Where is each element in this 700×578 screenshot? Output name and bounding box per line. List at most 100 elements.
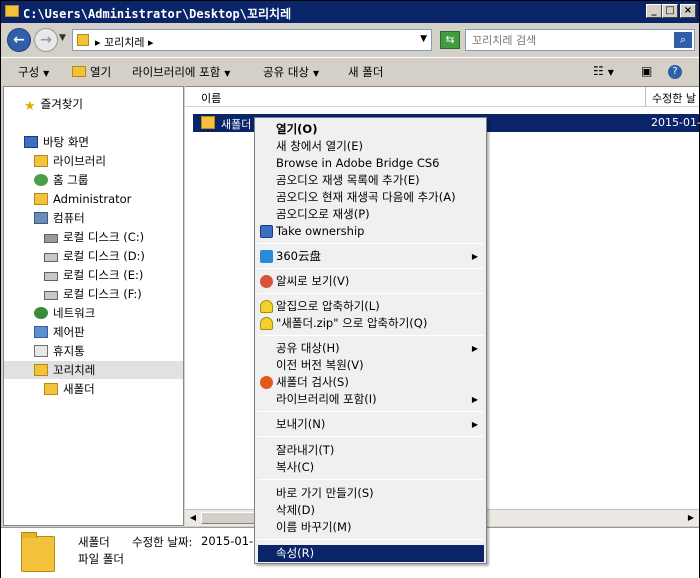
address-box[interactable]: ▸ 꼬리치레 ▸ ▼ bbox=[72, 29, 432, 51]
menu-separator bbox=[258, 411, 484, 412]
nav-drive-f[interactable]: 로컬 디스크 (F:) bbox=[44, 285, 142, 303]
nav-drive-c[interactable]: 로컬 디스크 (C:) bbox=[44, 228, 144, 246]
menu-send-to[interactable]: 보내기(N) ▶ bbox=[258, 416, 484, 433]
antivirus-icon bbox=[260, 376, 273, 389]
nav-sub-folder[interactable]: 새폴더 bbox=[44, 380, 95, 398]
menu-gom-play[interactable]: 곰오디오로 재생(P) bbox=[258, 206, 484, 223]
desktop-icon bbox=[24, 136, 38, 148]
context-menu: 열기(O) 새 창에서 열기(E) Browse in Adobe Bridge… bbox=[254, 117, 487, 564]
menu-include-library[interactable]: 라이브러리에 포함(I) ▶ bbox=[258, 391, 484, 408]
include-library-button[interactable]: 라이브러리에 포함 ▼ bbox=[132, 64, 230, 80]
submenu-arrow-icon: ▶ bbox=[471, 344, 478, 353]
menu-browse-bridge[interactable]: Browse in Adobe Bridge CS6 bbox=[258, 155, 484, 172]
menu-separator bbox=[258, 335, 484, 336]
library-icon bbox=[34, 155, 48, 167]
menu-gom-add-playlist[interactable]: 곰오디오 재생 목록에 추가(E) bbox=[258, 172, 484, 189]
menu-separator bbox=[258, 479, 484, 480]
recycle-bin-icon bbox=[34, 345, 48, 357]
menu-alzip-compress-named[interactable]: "새폴더.zip" 으로 압축하기(Q) bbox=[258, 315, 484, 332]
user-folder-icon bbox=[34, 193, 48, 205]
preview-pane-icon[interactable]: ▣ bbox=[641, 64, 652, 78]
menu-delete[interactable]: 삭제(D) bbox=[258, 502, 484, 519]
open-button[interactable]: 열기 bbox=[72, 64, 111, 80]
menu-open[interactable]: 열기(O) bbox=[258, 121, 484, 138]
menu-separator bbox=[258, 539, 484, 540]
column-header-name[interactable]: 이름 bbox=[201, 90, 221, 106]
menu-gom-add-after[interactable]: 곰오디오 현재 재생곡 다음에 추가(A) bbox=[258, 189, 484, 206]
address-dropdown-icon[interactable]: ▼ bbox=[420, 34, 427, 44]
menu-create-shortcut[interactable]: 바로 가기 만들기(S) bbox=[258, 485, 484, 502]
nav-drive-d[interactable]: 로컬 디스크 (D:) bbox=[44, 247, 145, 265]
nav-computer[interactable]: 컴퓨터 bbox=[34, 209, 85, 227]
scroll-thumb[interactable] bbox=[201, 512, 255, 524]
shield-icon bbox=[260, 225, 273, 238]
menu-separator bbox=[258, 243, 484, 244]
search-icon[interactable]: ⌕ bbox=[674, 32, 692, 48]
computer-icon bbox=[34, 212, 48, 224]
network-icon bbox=[34, 307, 48, 319]
recent-pages-dropdown[interactable]: ▼ bbox=[59, 33, 66, 43]
refresh-button[interactable]: ⇆ bbox=[440, 31, 460, 49]
nav-administrator[interactable]: Administrator bbox=[34, 190, 131, 208]
scroll-left-arrow[interactable]: ◀ bbox=[186, 512, 200, 524]
menu-scan[interactable]: 새폴더 검사(S) bbox=[258, 374, 484, 391]
menu-copy[interactable]: 복사(C) bbox=[258, 459, 484, 476]
drive-icon bbox=[44, 291, 58, 300]
column-header-modified[interactable]: 수정한 날 bbox=[652, 90, 696, 106]
menu-restore-previous[interactable]: 이전 버전 복원(V) bbox=[258, 357, 484, 374]
control-panel-icon bbox=[34, 326, 48, 338]
details-type: 파일 폴더 bbox=[78, 552, 124, 566]
nav-recycle-bin[interactable]: 휴지통 bbox=[34, 342, 85, 360]
minimize-button[interactable]: _ bbox=[646, 4, 662, 18]
alzip-icon bbox=[260, 300, 273, 313]
search-input[interactable] bbox=[470, 32, 670, 48]
menu-alsee[interactable]: 알씨로 보기(V) bbox=[258, 273, 484, 290]
nav-desktop[interactable]: 바탕 화면 bbox=[24, 133, 89, 151]
cloud-icon bbox=[260, 250, 273, 263]
nav-favorites[interactable]: ★ 즐겨찾기 bbox=[24, 95, 83, 114]
window-title: C:\Users\Administrator\Desktop\꼬리치레 bbox=[23, 7, 292, 21]
column-separator[interactable] bbox=[645, 87, 646, 107]
column-header-row: 이름 수정한 날 bbox=[185, 87, 699, 107]
title-bar[interactable]: C:\Users\Administrator\Desktop\꼬리치레 _ □ … bbox=[1, 1, 699, 23]
details-name: 새폴더 bbox=[78, 535, 110, 549]
folder-large-icon bbox=[21, 532, 55, 572]
help-icon[interactable]: ? bbox=[668, 65, 682, 79]
nav-drive-e[interactable]: 로컬 디스크 (E:) bbox=[44, 266, 143, 284]
nav-libraries[interactable]: 라이브러리 bbox=[34, 152, 106, 170]
search-box[interactable]: ⌕ bbox=[465, 29, 695, 51]
submenu-arrow-icon: ▶ bbox=[471, 395, 478, 404]
address-bar-area: ← → ▼ ▸ 꼬리치레 ▸ ▼ ⇆ ⌕ bbox=[1, 23, 699, 57]
view-options-icon[interactable]: ☷ ▼ bbox=[593, 64, 614, 78]
file-date: 2015-01- bbox=[651, 116, 700, 129]
scroll-right-arrow[interactable]: ▶ bbox=[684, 512, 698, 524]
navigation-pane: ★ 즐겨찾기 바탕 화면 라이브러리 홈 그룹 Administrator 컴퓨터… bbox=[3, 86, 184, 526]
menu-share-with[interactable]: 공유 대상(H) ▶ bbox=[258, 340, 484, 357]
menu-take-ownership[interactable]: Take ownership bbox=[258, 223, 484, 240]
menu-properties[interactable]: 속성(R) bbox=[258, 545, 484, 562]
share-button[interactable]: 공유 대상 ▼ bbox=[263, 64, 319, 80]
menu-alzip-compress[interactable]: 알집으로 압축하기(L) bbox=[258, 298, 484, 315]
menu-cut[interactable]: 잘라내기(T) bbox=[258, 442, 484, 459]
organize-button[interactable]: 구성 ▼ bbox=[18, 64, 49, 80]
drive-icon bbox=[44, 234, 58, 243]
new-folder-button[interactable]: 새 폴더 bbox=[348, 64, 383, 80]
folder-icon bbox=[5, 5, 19, 17]
nav-homegroup[interactable]: 홈 그룹 bbox=[34, 171, 88, 189]
menu-rename[interactable]: 이름 바꾸기(M) bbox=[258, 519, 484, 536]
menu-360-cloud[interactable]: 360云盘 ▶ bbox=[258, 248, 484, 265]
back-button[interactable]: ← bbox=[7, 28, 31, 52]
maximize-button[interactable]: □ bbox=[662, 4, 678, 18]
forward-button[interactable]: → bbox=[34, 28, 58, 52]
menu-open-new-window[interactable]: 새 창에서 열기(E) bbox=[258, 138, 484, 155]
nav-current-folder[interactable]: 꼬리치레 bbox=[34, 361, 95, 379]
close-button[interactable]: × bbox=[680, 4, 696, 18]
submenu-arrow-icon: ▶ bbox=[471, 252, 478, 261]
nav-control-panel[interactable]: 제어판 bbox=[34, 323, 85, 341]
details-modified-value: 2015-01-0 bbox=[201, 534, 261, 548]
folder-open-icon bbox=[72, 66, 86, 77]
folder-icon bbox=[34, 364, 48, 376]
homegroup-icon bbox=[34, 174, 48, 186]
nav-network[interactable]: 네트워크 bbox=[34, 304, 95, 322]
address-path: ▸ 꼬리치레 ▸ bbox=[95, 36, 154, 49]
